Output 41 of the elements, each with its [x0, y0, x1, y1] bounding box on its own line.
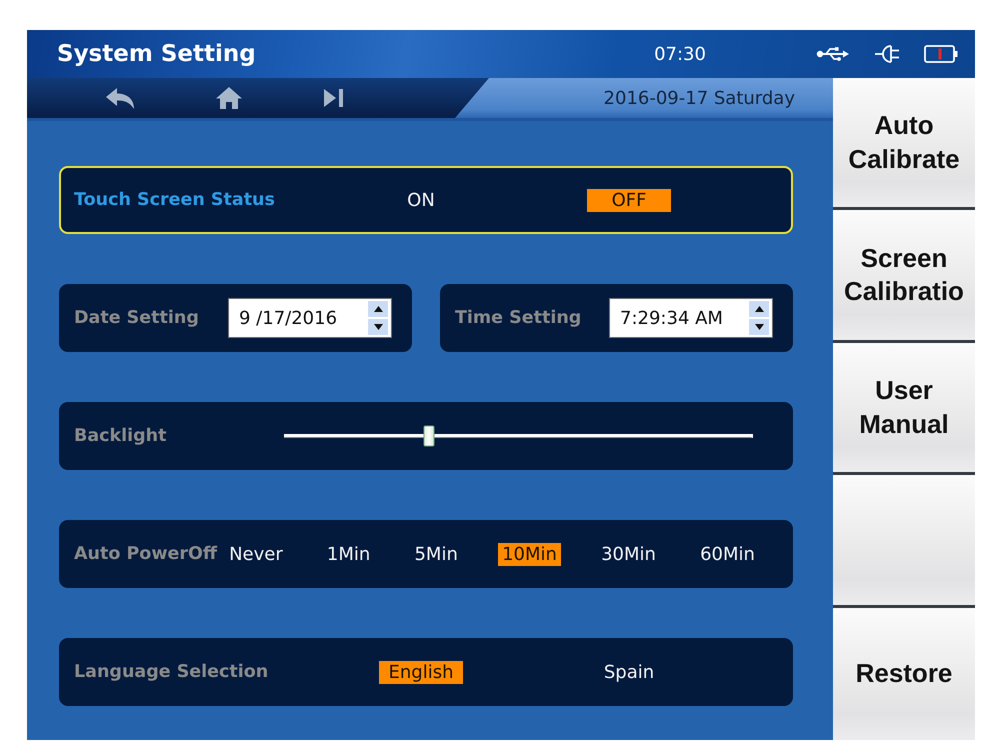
- option-item[interactable]: 10Min: [498, 542, 561, 566]
- slider-thumb[interactable]: [423, 425, 434, 446]
- sidebar-button[interactable]: Screen Calibratio: [833, 210, 975, 343]
- setting-label: Auto PowerOff: [74, 544, 218, 564]
- option-item[interactable]: 1Min: [322, 542, 374, 566]
- caret-up-icon: [754, 306, 764, 312]
- option-item[interactable]: English: [379, 660, 463, 684]
- usb-icon: [816, 46, 850, 62]
- battery-icon: [924, 45, 958, 63]
- clock-time: 07:30: [654, 44, 706, 64]
- blank-button[interactable]: [833, 475, 975, 608]
- caret-down-icon: [754, 324, 764, 330]
- setting-label: Language Selection: [74, 662, 268, 682]
- option-item[interactable]: Never: [225, 542, 287, 566]
- spin-down-button[interactable]: [368, 319, 388, 335]
- spin-up-button[interactable]: [368, 301, 388, 317]
- spinner-field[interactable]: 7:29:34 AM: [609, 298, 773, 338]
- setting-label: Backlight: [74, 426, 167, 446]
- setting-label: Touch Screen Status: [74, 190, 275, 210]
- spin-up-button[interactable]: [749, 301, 769, 317]
- caret-down-icon: [374, 324, 382, 330]
- sidebar-button[interactable]: User Manual: [833, 342, 975, 476]
- back-arrow-icon[interactable]: [105, 86, 135, 110]
- sidebar-button[interactable]: Auto Calibrate: [833, 78, 975, 210]
- window-title: System Setting: [56, 41, 256, 67]
- field-label: Date Setting: [74, 308, 199, 328]
- plug-icon: [874, 44, 900, 64]
- sidebar-button[interactable]: Restore: [833, 608, 975, 740]
- field-label: Time Setting: [455, 308, 582, 328]
- home-icon[interactable]: [215, 86, 243, 110]
- option-item[interactable]: ON: [379, 188, 463, 212]
- spinner-field[interactable]: 9 /17/2016: [228, 298, 392, 338]
- option-item[interactable]: OFF: [587, 188, 671, 212]
- option-item[interactable]: 60Min: [696, 542, 759, 566]
- option-item[interactable]: 5Min: [410, 542, 462, 566]
- option-item[interactable]: Spain: [587, 660, 671, 684]
- spin-down-button[interactable]: [749, 319, 769, 335]
- caret-up-icon: [374, 306, 382, 312]
- option-item[interactable]: 30Min: [597, 542, 660, 566]
- date-text: 2016-09-17 Saturday: [604, 88, 795, 108]
- play-pause-icon[interactable]: [323, 88, 344, 108]
